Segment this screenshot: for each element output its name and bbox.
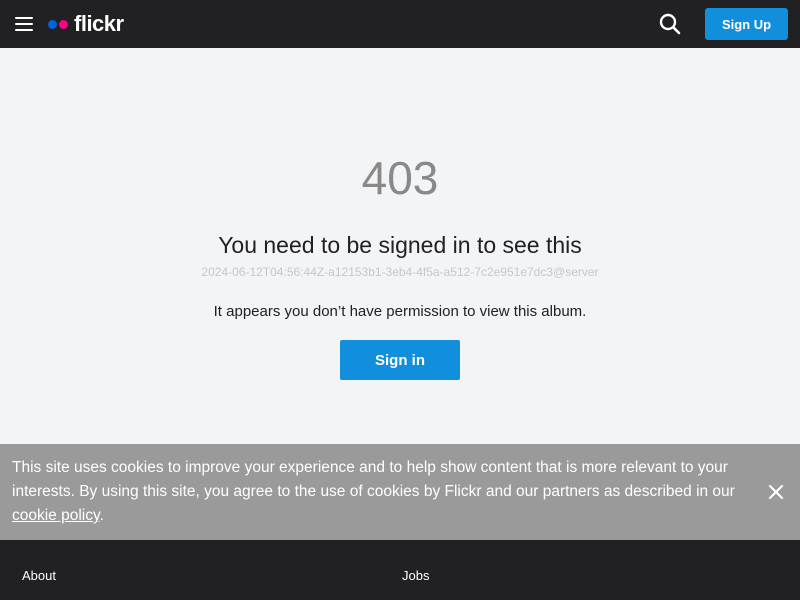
cookie-policy-link[interactable]: cookie policy bbox=[12, 507, 100, 524]
cookie-banner-suffix: . bbox=[99, 507, 104, 524]
hamburger-menu-icon[interactable] bbox=[15, 17, 33, 31]
top-navigation-bar: flickr Sign Up bbox=[0, 0, 800, 48]
sign-up-button[interactable]: Sign Up bbox=[705, 8, 788, 40]
logo-pink-dot bbox=[59, 19, 68, 29]
cookie-banner-text: This site uses cookies to improve your e… bbox=[12, 456, 760, 528]
flickr-logo[interactable]: flickr bbox=[48, 12, 124, 36]
cookie-banner: This site uses cookies to improve your e… bbox=[0, 444, 800, 540]
close-icon[interactable] bbox=[768, 484, 784, 500]
footer-link-jobs[interactable]: Jobs bbox=[402, 568, 429, 584]
error-trace-id: 2024-06-12T04:56:44Z-a12153b1-3eb4-4f5a-… bbox=[201, 265, 599, 279]
footer-link-about[interactable]: About bbox=[22, 568, 56, 584]
search-icon[interactable] bbox=[658, 12, 682, 36]
footer: About Jobs bbox=[0, 540, 800, 600]
error-content: 403 You need to be signed in to see this… bbox=[0, 48, 800, 444]
error-code: 403 bbox=[361, 152, 439, 204]
logo-wordmark: flickr bbox=[74, 11, 124, 36]
sign-in-button[interactable]: Sign in bbox=[340, 340, 460, 380]
error-title: You need to be signed in to see this bbox=[218, 232, 582, 258]
error-message: It appears you don’t have permission to … bbox=[213, 303, 587, 320]
cookie-banner-message: This site uses cookies to improve your e… bbox=[12, 459, 735, 500]
logo-blue-dot bbox=[48, 19, 57, 29]
